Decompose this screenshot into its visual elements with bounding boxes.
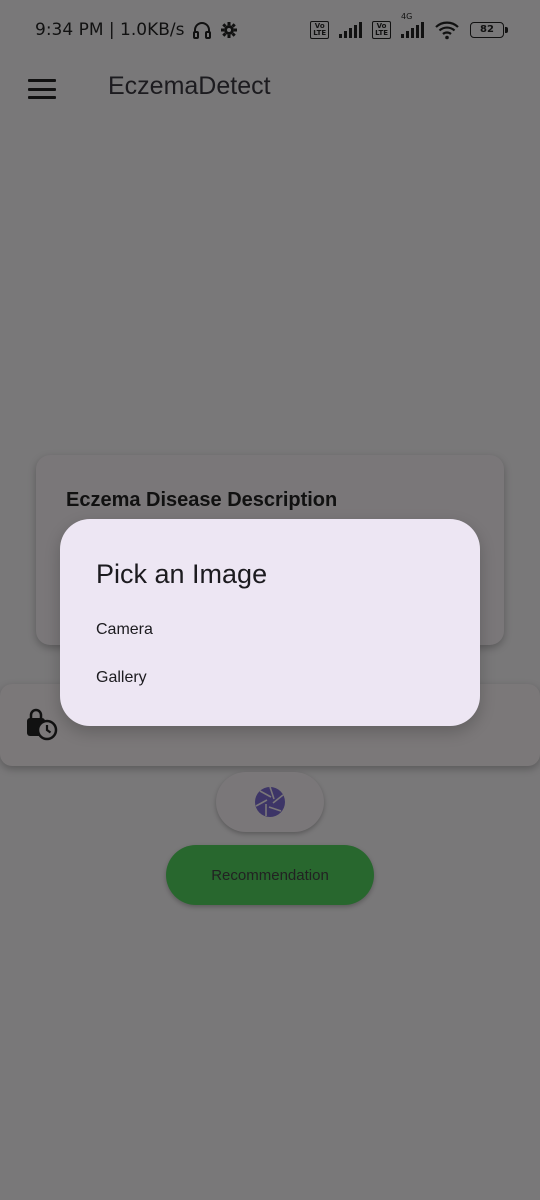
dialog-title: Pick an Image <box>96 559 268 589</box>
status-bar: 9:34 PM | 1.0KB/s Vo LTE Vo LTE 4G 82 <box>0 0 540 60</box>
volte-badge-2: Vo LTE <box>372 21 391 39</box>
status-left: 9:34 PM | 1.0KB/s <box>35 20 238 40</box>
pick-image-dialog: Pick an Image Camera Gallery <box>60 519 480 726</box>
gallery-option[interactable]: Gallery <box>96 669 147 687</box>
status-right: Vo LTE Vo LTE 4G 82 <box>310 12 508 40</box>
network-type: 4G <box>401 12 413 21</box>
signal-icon <box>339 22 363 38</box>
app-title: EczemaDetect <box>108 72 271 100</box>
description-title: Eczema Disease Description <box>66 489 338 511</box>
battery-icon: 82 <box>470 22 508 38</box>
signal-icon-2 <box>401 22 424 38</box>
volte-badge: Vo LTE <box>310 21 330 39</box>
history-lock-clock-icon[interactable] <box>25 708 59 742</box>
app-bar: EczemaDetect <box>0 60 540 116</box>
gear-icon <box>221 22 238 38</box>
wifi-icon <box>435 21 459 40</box>
camera-option[interactable]: Camera <box>96 621 153 639</box>
recommendation-button[interactable]: Recommendation <box>166 845 374 905</box>
status-time: 9:34 PM | 1.0KB/s <box>35 20 185 40</box>
camera-aperture-icon <box>255 786 285 817</box>
headset-icon <box>193 22 212 39</box>
signal-4g: 4G <box>401 12 424 38</box>
camera-button[interactable] <box>216 772 324 832</box>
hamburger-menu-icon[interactable] <box>28 79 56 99</box>
